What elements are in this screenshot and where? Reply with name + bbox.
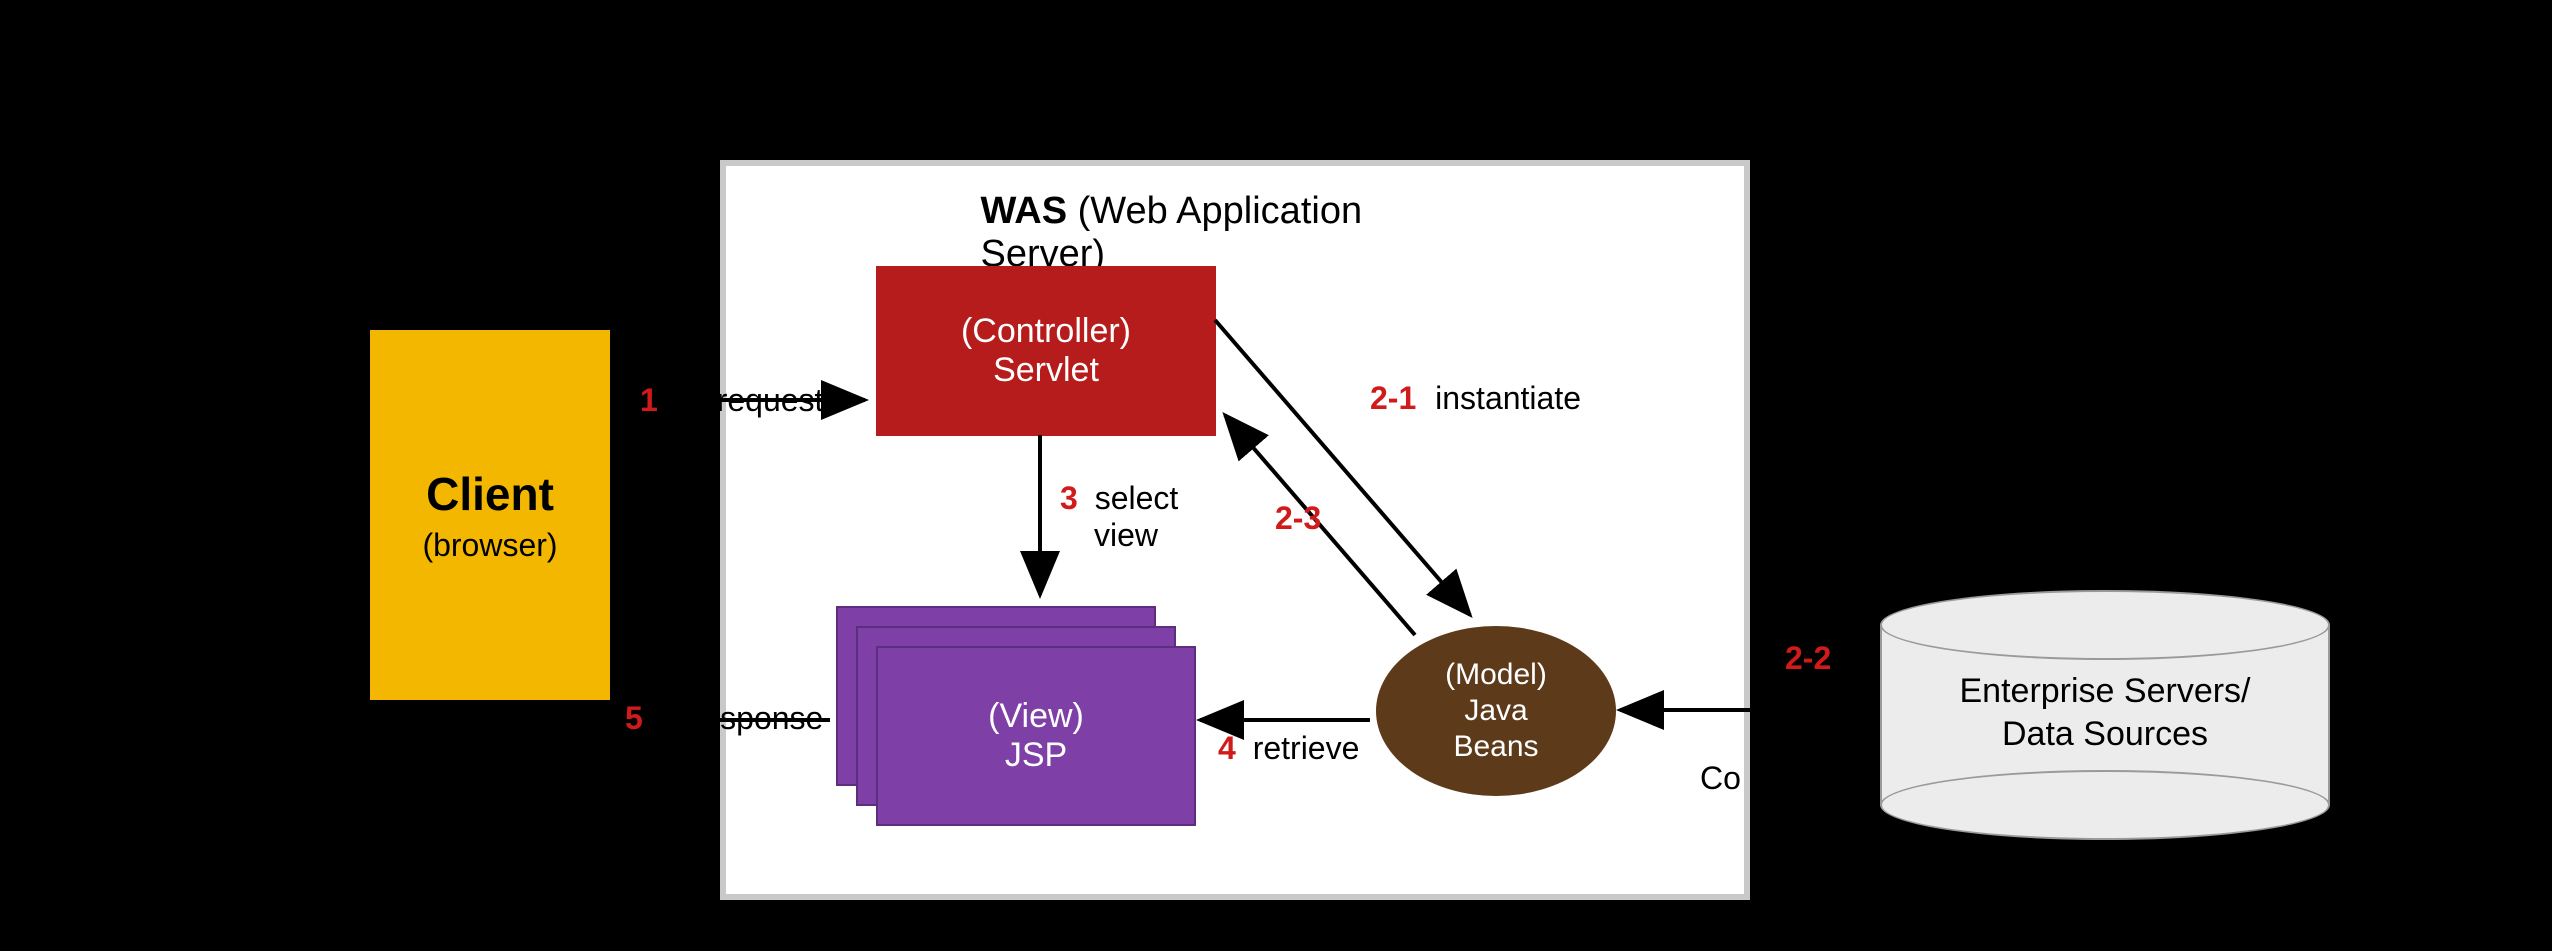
client-box: Client (browser) xyxy=(370,330,610,700)
model-line1: (Model) xyxy=(1445,657,1547,693)
step-3-text2: view xyxy=(1094,517,1178,554)
db-bottom xyxy=(1880,770,2330,840)
was-title-bold: WAS xyxy=(981,190,1068,232)
diagram-stage: Client (browser) WAS (Web Application Se… xyxy=(0,0,2552,951)
was-title: WAS (Web Application Server) xyxy=(981,190,1490,276)
step-5-text: response xyxy=(692,700,824,736)
step-2-2-tail: Co xyxy=(1700,760,1741,797)
step-5-num: 5 xyxy=(625,700,643,736)
view-card-front: (View) JSP xyxy=(876,646,1196,826)
step-1-text: request xyxy=(717,382,824,418)
db-cylinder: Enterprise Servers/ Data Sources xyxy=(1880,590,2330,840)
model-ellipse: (Model) Java Beans xyxy=(1376,626,1616,796)
step-4: 4 retrieve xyxy=(1218,730,1359,767)
db-top xyxy=(1880,590,2330,660)
step-2-3-num: 2-3 xyxy=(1275,500,1321,536)
controller-box: (Controller) Servlet xyxy=(876,266,1216,436)
view-line1: (View) xyxy=(988,697,1084,736)
step-1: 1 request xyxy=(640,382,823,419)
db-line1: Enterprise Servers/ xyxy=(1880,670,2330,713)
view-line2: JSP xyxy=(1005,736,1067,775)
client-title: Client xyxy=(426,467,554,521)
step-3-text: select xyxy=(1095,480,1179,516)
step-2-1-num: 2-1 xyxy=(1370,380,1416,416)
step-2-2: 2-2 xyxy=(1785,640,1831,677)
was-container: WAS (Web Application Server) (Controller… xyxy=(720,160,1750,900)
step-4-num: 4 xyxy=(1218,730,1236,766)
client-subtitle: (browser) xyxy=(422,527,557,564)
step-4-text: retrieve xyxy=(1253,730,1360,766)
controller-line1: (Controller) xyxy=(961,312,1131,351)
view-stack: (View) JSP xyxy=(836,606,1196,826)
db-text: Enterprise Servers/ Data Sources xyxy=(1880,670,2330,755)
step-3: 3 select view xyxy=(1060,480,1178,554)
model-line2: Java xyxy=(1464,693,1527,729)
step-2-2-num: 2-2 xyxy=(1785,640,1831,676)
step-5: 5 response xyxy=(625,700,823,737)
step-2-2-tail-text: Co xyxy=(1700,760,1741,796)
step-2-1: 2-1 instantiate xyxy=(1370,380,1581,417)
step-3-num: 3 xyxy=(1060,480,1078,516)
step-2-1-text: instantiate xyxy=(1435,380,1581,416)
step-2-3: 2-3 xyxy=(1275,500,1321,537)
model-line3: Beans xyxy=(1453,729,1538,765)
controller-line2: Servlet xyxy=(993,351,1099,390)
step-1-num: 1 xyxy=(640,382,658,418)
db-line2: Data Sources xyxy=(1880,713,2330,756)
